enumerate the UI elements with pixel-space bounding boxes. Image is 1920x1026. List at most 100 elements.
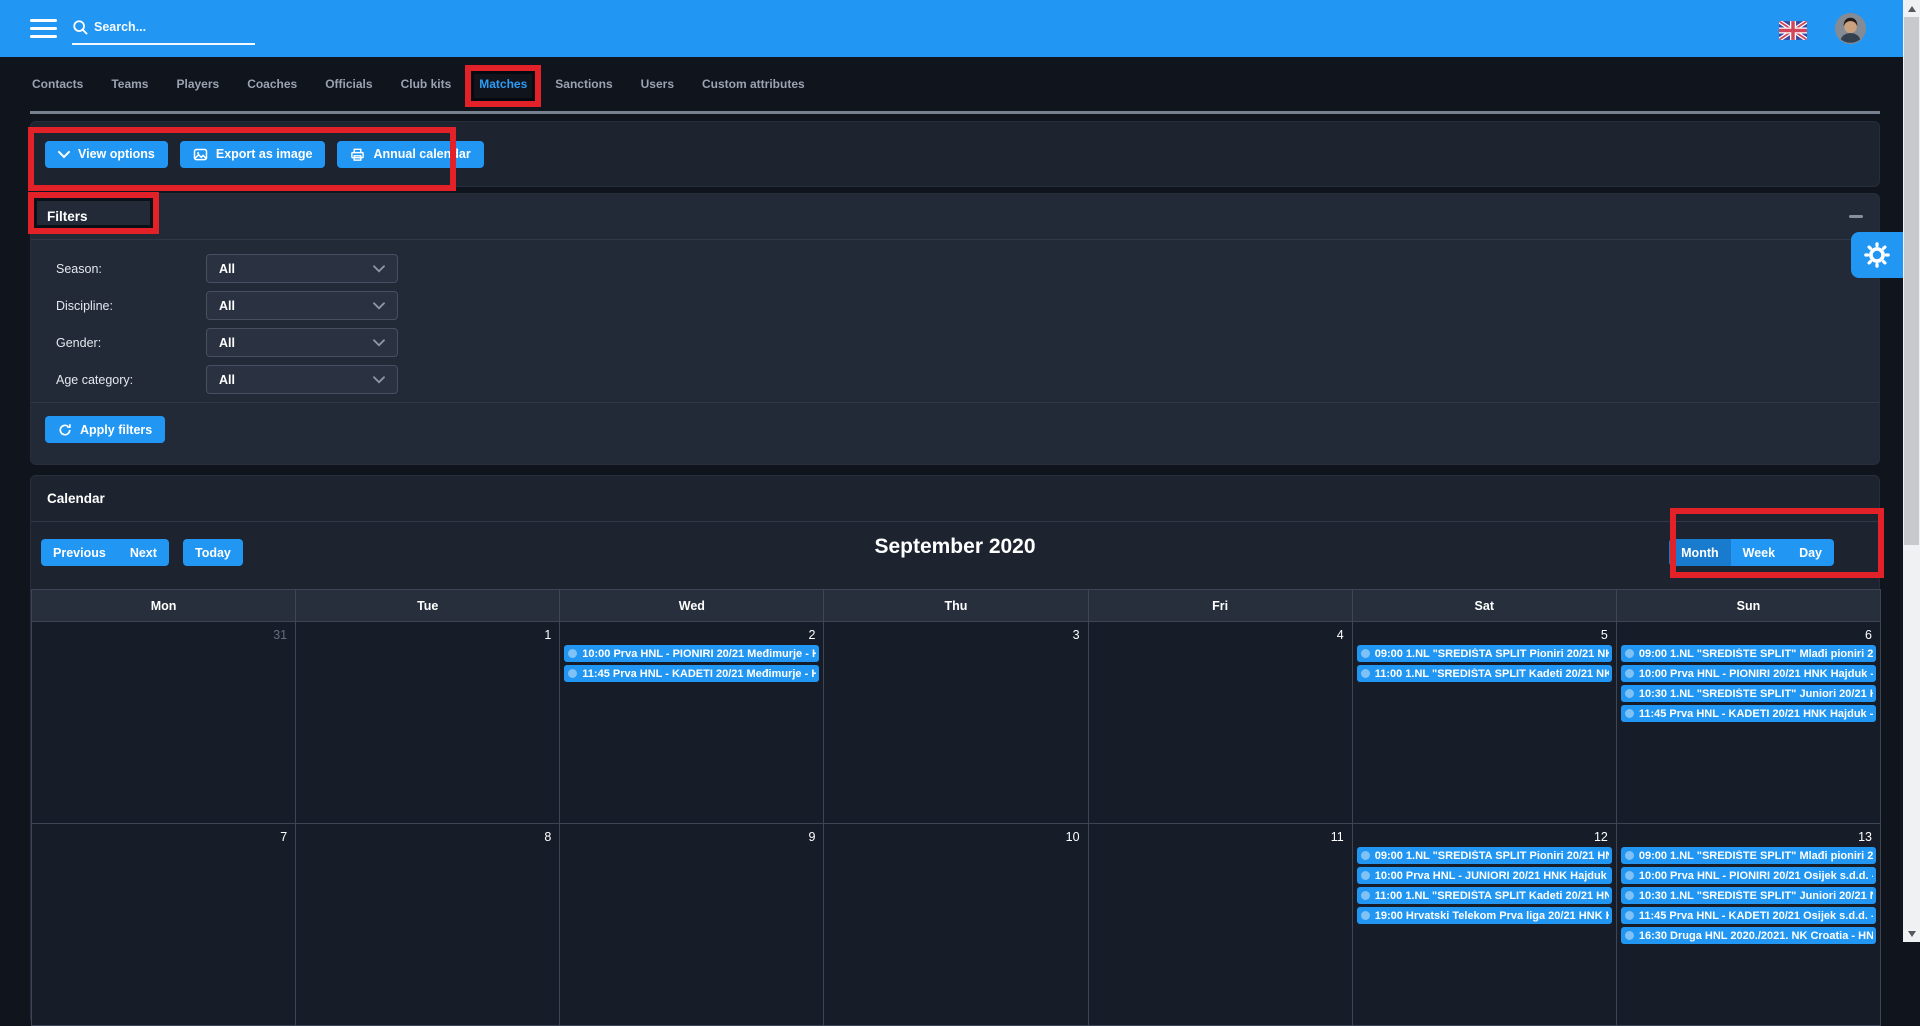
export-as-image-button[interactable]: Export as image: [180, 141, 326, 168]
event-dot-icon: [1625, 669, 1634, 678]
tab-teams[interactable]: Teams: [109, 73, 150, 95]
view-options-button[interactable]: View options: [45, 141, 168, 168]
calendar-event[interactable]: 16:30 Druga HNL 2020./2021. NK Croatia -…: [1621, 927, 1876, 944]
tab-officials[interactable]: Officials: [323, 73, 374, 95]
date-number: 31: [32, 622, 295, 645]
tab-users[interactable]: Users: [639, 73, 676, 95]
user-avatar[interactable]: [1835, 13, 1866, 44]
day-cell-5[interactable]: 509:00 1.NL "SREDIŠTA SPLIT Pioniri 20/2…: [1353, 622, 1617, 824]
event-dot-icon: [1361, 911, 1370, 920]
refresh-icon: [58, 423, 72, 437]
search-input[interactable]: Search...: [72, 14, 262, 44]
annual-calendar-button[interactable]: Annual calendar: [337, 141, 483, 168]
printer-icon: [350, 147, 365, 162]
day-cell-3[interactable]: 3: [824, 622, 1088, 824]
day-cell-13[interactable]: 1309:00 1.NL "SREDIŠTE SPLIT" Mlađi pion…: [1617, 824, 1881, 1026]
annual-calendar-label: Annual calendar: [373, 147, 470, 161]
event-text: 09:00 1.NL "SREDIŠTA SPLIT Pioniri 20/21…: [1375, 850, 1609, 862]
day-cell-4[interactable]: 4: [1089, 622, 1353, 824]
filter-label: Age category:: [56, 373, 206, 387]
export-as-image-label: Export as image: [216, 147, 313, 161]
weekday-header-fri: Fri: [1089, 590, 1353, 622]
calendar-event[interactable]: 11:45 Prva HNL - KADETI 20/21 Osijek s.d…: [1621, 907, 1876, 924]
view-day-button[interactable]: Day: [1787, 539, 1834, 566]
day-cell-11[interactable]: 11: [1089, 824, 1353, 1026]
weekday-header-mon: Mon: [32, 590, 296, 622]
calendar-event[interactable]: 11:00 1.NL "SREDIŠTA SPLIT Kadeti 20/21 …: [1357, 665, 1612, 682]
tab-club-kits[interactable]: Club kits: [399, 73, 454, 95]
select-value: All: [219, 262, 235, 276]
filters-panel: Filters Season:AllDiscipline:AllGender:A…: [30, 193, 1880, 465]
tab-contacts[interactable]: Contacts: [30, 73, 85, 95]
calendar-event[interactable]: 10:00 Prva HNL - JUNIORI 20/21 HNK Hajdu…: [1357, 867, 1612, 884]
month-title: September 2020: [31, 535, 1879, 559]
apply-filters-button[interactable]: Apply filters: [45, 416, 165, 443]
uk-flag-icon[interactable]: [1779, 21, 1807, 40]
tab-custom-attributes[interactable]: Custom attributes: [700, 73, 807, 95]
image-icon: [193, 147, 208, 162]
calendar-event[interactable]: 11:45 Prva HNL - KADETI 20/21 Međimurje …: [564, 665, 819, 682]
event-dot-icon: [1361, 649, 1370, 658]
date-number: 2: [560, 622, 823, 645]
day-cell-9[interactable]: 9: [560, 824, 824, 1026]
day-cell-31[interactable]: 31: [32, 622, 296, 824]
scroll-up-icon[interactable]: [1903, 0, 1920, 17]
calendar-event[interactable]: 10:30 1.NL "SREDIŠTE SPLIT" Juniori 20/2…: [1621, 685, 1876, 702]
date-number: 12: [1353, 824, 1616, 847]
day-cell-10[interactable]: 10: [824, 824, 1088, 1026]
event-text: 19:00 Hrvatski Telekom Prva liga 20/21 H…: [1375, 910, 1609, 922]
select-discipline-[interactable]: All: [206, 291, 398, 320]
event-dot-icon: [568, 669, 577, 678]
day-cell-12[interactable]: 12 09:00 1.NL "SREDIŠTA SPLIT Pioniri 20/…: [1353, 824, 1617, 1026]
select-age-category-[interactable]: All: [206, 365, 398, 394]
view-month-button[interactable]: Month: [1669, 539, 1730, 566]
menu-icon[interactable]: [30, 19, 57, 38]
event-text: 16:30 Druga HNL 2020./2021. NK Croatia -…: [1639, 930, 1873, 942]
view-switcher: MonthWeekDay: [1669, 539, 1834, 566]
filter-label: Gender:: [56, 336, 206, 350]
select-gender-[interactable]: All: [206, 328, 398, 357]
calendar-event[interactable]: 09:00 1.NL "SREDIŠTE SPLIT" Mlađi pionir…: [1621, 847, 1876, 864]
event-dot-icon: [1625, 871, 1634, 880]
calendar-event[interactable]: 09:00 1.NL "SREDIŠTA SPLIT Pioniri 20/21…: [1357, 645, 1612, 662]
day-cell-6[interactable]: 609:00 1.NL "SREDIŠTE SPLIT" Mlađi pioni…: [1617, 622, 1881, 824]
settings-button[interactable]: [1851, 232, 1903, 278]
select-season-[interactable]: All: [206, 254, 398, 283]
event-dot-icon: [1625, 931, 1634, 940]
select-value: All: [219, 299, 235, 313]
filters-title: Filters: [47, 209, 88, 224]
event-dot-icon: [1361, 851, 1370, 860]
date-number: 8: [296, 824, 559, 847]
weekday-header-tue: Tue: [296, 590, 560, 622]
top-navbar: Search...: [0, 0, 1903, 57]
calendar-event[interactable]: 09:00 1.NL "SREDIŠTE SPLIT" Mlađi pionir…: [1621, 645, 1876, 662]
day-cell-1[interactable]: 1: [296, 622, 560, 824]
calendar-event[interactable]: 10:00 Prva HNL - PIONIRI 20/21 Međimurje…: [564, 645, 819, 662]
calendar-event[interactable]: 09:00 1.NL "SREDIŠTA SPLIT Pioniri 20/21…: [1357, 847, 1612, 864]
filter-row-season-: Season:All: [56, 254, 1879, 283]
day-cell-8[interactable]: 8: [296, 824, 560, 1026]
view-week-button[interactable]: Week: [1731, 539, 1787, 566]
calendar-event[interactable]: 19:00 Hrvatski Telekom Prva liga 20/21 H…: [1357, 907, 1612, 924]
event-text: 11:45 Prva HNL - KADETI 20/21 HNK Hajduk…: [1639, 708, 1873, 720]
day-cell-2[interactable]: 210:00 Prva HNL - PIONIRI 20/21 Međimurj…: [560, 622, 824, 824]
weekday-header-thu: Thu: [824, 590, 1088, 622]
collapse-icon[interactable]: [1849, 215, 1863, 218]
calendar-event[interactable]: 10:30 1.NL "SREDIŠTE SPLIT" Juniori 20/2…: [1621, 887, 1876, 904]
scrollbar-thumb[interactable]: [1904, 17, 1919, 545]
tab-matches[interactable]: Matches: [477, 73, 529, 95]
calendar-event[interactable]: 10:00 Prva HNL - PIONIRI 20/21 HNK Hajdu…: [1621, 665, 1876, 682]
calendar-event[interactable]: 11:00 1.NL "SREDIŠTA SPLIT Kadeti 20/21 …: [1357, 887, 1612, 904]
tab-players[interactable]: Players: [174, 73, 221, 95]
date-number: 4: [1089, 622, 1352, 645]
tab-coaches[interactable]: Coaches: [245, 73, 299, 95]
date-number: 13: [1617, 824, 1880, 847]
scroll-down-icon[interactable]: [1903, 925, 1920, 942]
event-dot-icon: [1625, 911, 1634, 920]
event-dot-icon: [1625, 891, 1634, 900]
day-cell-7[interactable]: 7: [32, 824, 296, 1026]
calendar-event[interactable]: 10:00 Prva HNL - PIONIRI 20/21 Osijek s.…: [1621, 867, 1876, 884]
vertical-scrollbar[interactable]: [1903, 0, 1920, 942]
calendar-event[interactable]: 11:45 Prva HNL - KADETI 20/21 HNK Hajduk…: [1621, 705, 1876, 722]
tab-sanctions[interactable]: Sanctions: [553, 73, 614, 95]
